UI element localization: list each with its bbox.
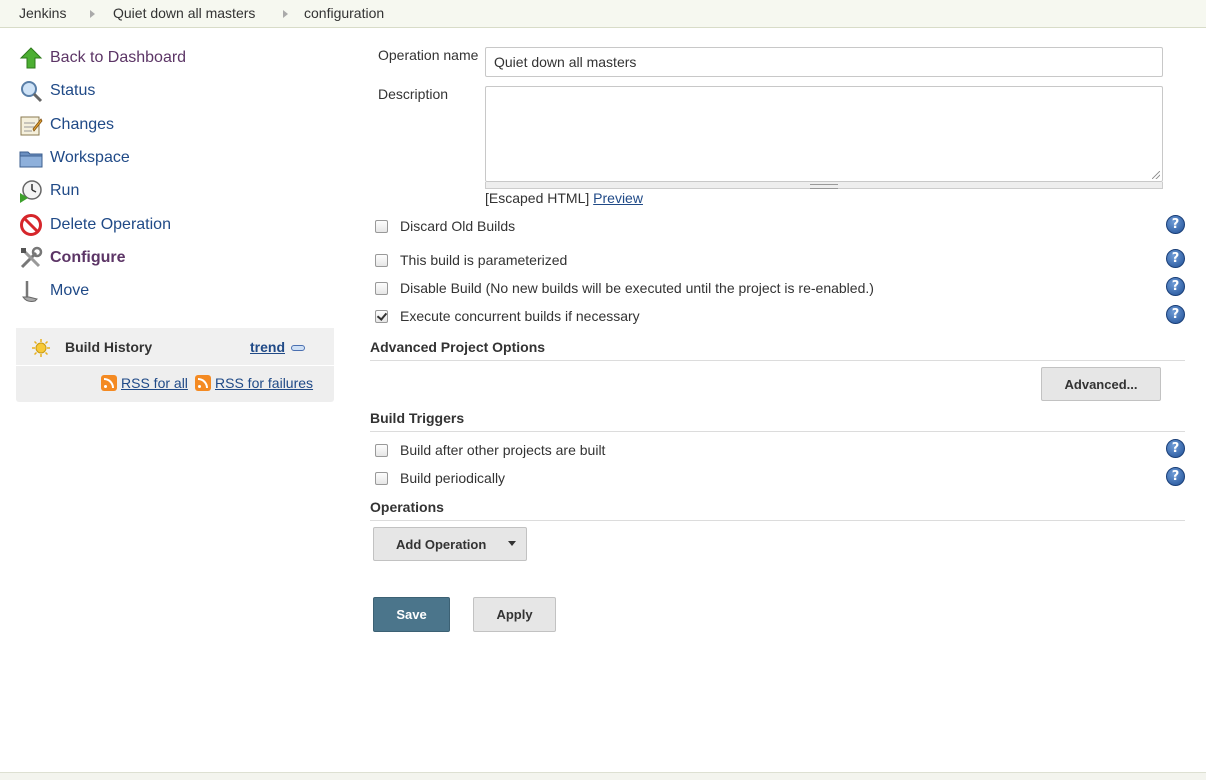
advanced-project-options-header: Advanced Project Options (370, 339, 1185, 361)
rss-icon (101, 375, 117, 391)
option-parameterized[interactable]: This build is parameterized (374, 250, 567, 270)
option-label: This build is parameterized (400, 252, 568, 268)
chevron-down-icon (508, 541, 516, 546)
help-icon[interactable]: ? (1166, 249, 1185, 268)
sidebar-item-label: Run (50, 182, 80, 199)
sidebar-item-label: Status (50, 82, 96, 99)
advanced-button[interactable]: Advanced... (1041, 367, 1161, 401)
option-label: Discard Old Builds (400, 218, 516, 234)
operation-name-label: Operation name (378, 47, 479, 63)
build-triggers-header: Build Triggers (370, 410, 1185, 432)
sidebar-item-label: Move (50, 282, 90, 299)
build-periodically-checkbox[interactable] (375, 471, 388, 485)
operations-header: Operations (370, 499, 1185, 521)
trigger-after-other-projects[interactable]: Build after other projects are built (374, 440, 605, 460)
sidebar-item-status[interactable]: Status (18, 77, 95, 105)
add-operation-label: Add Operation (396, 536, 487, 552)
resize-grip-icon[interactable] (1152, 171, 1160, 179)
rss-failures-link[interactable]: RSS for failures (215, 375, 313, 391)
breadcrumb: Jenkins Quiet down all masters configura… (0, 0, 1206, 28)
operation-name-input[interactable] (485, 47, 1163, 77)
help-icon[interactable]: ? (1166, 277, 1185, 296)
search-icon (18, 78, 44, 104)
collapse-icon[interactable] (291, 345, 305, 351)
sidebar-item-changes[interactable]: Changes (18, 111, 114, 139)
description-textarea[interactable] (485, 86, 1163, 182)
trend-link[interactable]: trend (250, 339, 285, 355)
help-icon[interactable]: ? (1166, 215, 1185, 234)
clock-icon (18, 178, 44, 204)
sidebar-item-label: Changes (50, 116, 115, 133)
option-discard-old-builds[interactable]: Discard Old Builds (374, 216, 515, 236)
trigger-periodically[interactable]: Build periodically (374, 468, 505, 488)
breadcrumb-separator-icon (90, 10, 95, 18)
rss-all-link[interactable]: RSS for all (121, 375, 188, 391)
after-other-projects-checkbox[interactable] (375, 443, 388, 457)
disable-build-checkbox[interactable] (375, 281, 388, 295)
parameterized-checkbox[interactable] (375, 253, 388, 267)
sidebar-item-delete-operation[interactable]: Delete Operation (18, 211, 171, 239)
rss-all[interactable]: RSS for all (101, 375, 188, 391)
sidebar-item-label: Configure (50, 249, 126, 266)
sidebar-item-move[interactable]: Move (18, 277, 89, 305)
trigger-label: Build after other projects are built (400, 442, 606, 458)
discard-old-builds-checkbox[interactable] (375, 219, 388, 233)
option-label: Execute concurrent builds if necessary (400, 308, 640, 324)
option-concurrent-builds[interactable]: Execute concurrent builds if necessary (374, 306, 640, 326)
help-icon[interactable]: ? (1166, 439, 1185, 458)
breadcrumb-jenkins[interactable]: Jenkins (19, 5, 66, 21)
concurrent-builds-checkbox[interactable] (375, 309, 388, 323)
escaped-html-text: [Escaped HTML] (485, 190, 590, 206)
rss-failures[interactable]: RSS for failures (195, 375, 313, 391)
option-label: Disable Build (No new builds will be exe… (400, 280, 874, 296)
breadcrumb-separator-icon (283, 10, 288, 18)
textarea-expander[interactable] (485, 182, 1163, 189)
option-disable-build[interactable]: Disable Build (No new builds will be exe… (374, 278, 874, 298)
move-icon (18, 278, 44, 304)
page-footer (0, 772, 1206, 780)
help-icon[interactable]: ? (1166, 467, 1185, 486)
description-label: Description (378, 86, 449, 102)
sidebar-item-run[interactable]: Run (18, 177, 79, 205)
sun-icon (32, 339, 50, 360)
build-history-title: Build History (65, 339, 153, 355)
sidebar-item-back-to-dashboard[interactable]: Back to Dashboard (18, 44, 186, 72)
folder-icon (18, 145, 44, 171)
sidebar-item-configure[interactable]: Configure (18, 244, 126, 272)
save-button[interactable]: Save (373, 597, 450, 632)
no-entry-icon (18, 212, 44, 238)
sidebar-item-label: Workspace (50, 149, 130, 166)
sidebar-item-workspace[interactable]: Workspace (18, 144, 130, 172)
up-arrow-icon (18, 45, 44, 71)
sidebar-item-label: Back to Dashboard (50, 49, 187, 66)
apply-button[interactable]: Apply (473, 597, 556, 632)
notepad-icon (18, 112, 44, 138)
escaped-html-note: [Escaped HTML] Preview (485, 190, 643, 206)
add-operation-button[interactable]: Add Operation (373, 527, 527, 561)
build-history-widget: Build History trend RSS for all RSS for … (16, 328, 334, 402)
help-icon[interactable]: ? (1166, 305, 1185, 324)
trigger-label: Build periodically (400, 470, 506, 486)
tools-icon (18, 245, 44, 271)
sidebar-item-label: Delete Operation (50, 216, 171, 233)
breadcrumb-project[interactable]: Quiet down all masters (113, 5, 255, 21)
build-history-header: Build History trend (16, 328, 334, 366)
breadcrumb-configuration[interactable]: configuration (304, 5, 384, 21)
preview-link[interactable]: Preview (593, 190, 643, 206)
rss-icon (195, 375, 211, 391)
